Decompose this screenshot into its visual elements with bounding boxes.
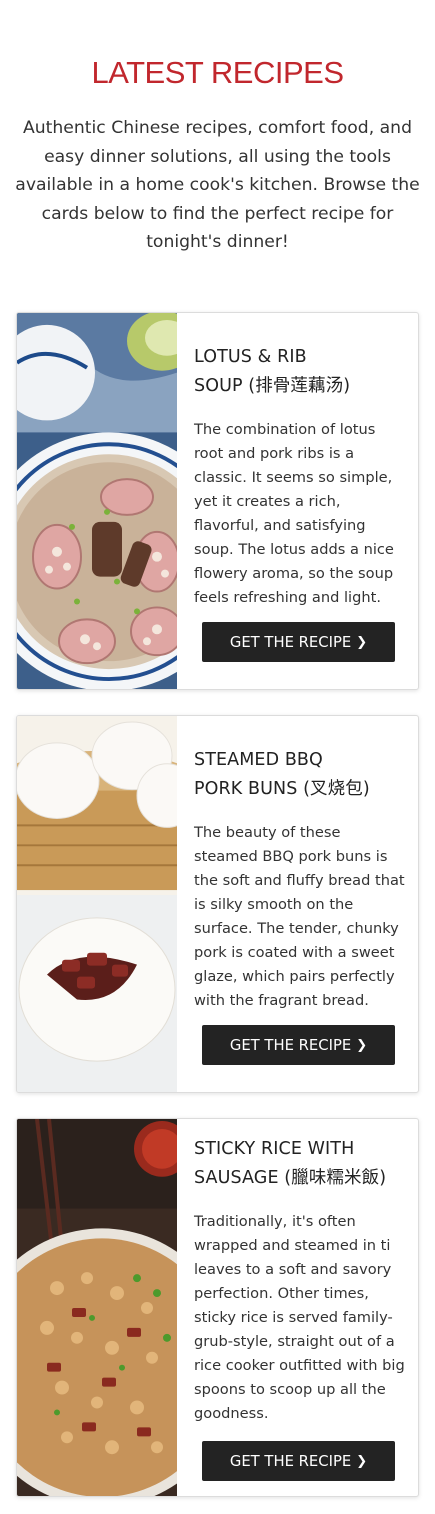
recipe-title-line1[interactable]: STEAMED BBQ [194, 746, 406, 775]
recipe-title-line2[interactable]: SAUSAGE (臘味糯米飯) [194, 1164, 406, 1193]
recipe-card-lotus-rib-soup[interactable]: LOTUS & RIB SOUP (排骨莲藕汤) The combination… [16, 312, 419, 690]
recipe-photo-sticky-rice-sausage[interactable] [17, 1119, 177, 1496]
recipe-photo-lotus-rib-soup[interactable] [17, 313, 177, 689]
get-recipe-button[interactable]: GET THE RECIPE ❯ [202, 1025, 395, 1065]
get-recipe-button-label: GET THE RECIPE [229, 1036, 352, 1054]
recipe-title-line2[interactable]: SOUP (排骨莲藕汤) [194, 372, 406, 401]
recipe-title[interactable]: STEAMED BBQ PORK BUNS (叉烧包) [194, 746, 406, 803]
recipe-title-line1[interactable]: LOTUS & RIB [194, 343, 406, 372]
section-title: LATEST RECIPES [91, 55, 345, 90]
recipe-description: Traditionally, it's often wrapped and st… [194, 1213, 405, 1422]
recipe-title-line2[interactable]: PORK BUNS (叉烧包) [194, 775, 406, 804]
chevron-right-icon: ❯ [356, 1037, 368, 1053]
recipe-title-line1[interactable]: STICKY RICE WITH [194, 1135, 406, 1164]
get-recipe-button-label: GET THE RECIPE [229, 633, 352, 651]
recipe-photo-bbq-pork-buns[interactable] [17, 716, 177, 1092]
chevron-right-icon: ❯ [356, 1453, 368, 1469]
section-intro: Authentic Chinese recipes, comfort food,… [15, 118, 420, 253]
get-recipe-button-label: GET THE RECIPE [229, 1452, 352, 1470]
recipe-description: The beauty of these steamed BBQ pork bun… [194, 824, 405, 1009]
recipe-card-sticky-rice-sausage[interactable]: STICKY RICE WITH SAUSAGE (臘味糯米飯) Traditi… [16, 1118, 419, 1497]
chevron-right-icon: ❯ [356, 634, 368, 650]
recipe-title[interactable]: LOTUS & RIB SOUP (排骨莲藕汤) [194, 343, 406, 400]
get-recipe-button[interactable]: GET THE RECIPE ❯ [202, 1441, 395, 1481]
recipe-card-bbq-pork-buns[interactable]: STEAMED BBQ PORK BUNS (叉烧包) The beauty o… [16, 715, 419, 1093]
recipe-title[interactable]: STICKY RICE WITH SAUSAGE (臘味糯米飯) [194, 1135, 406, 1192]
recipe-description: The combination of lotus root and pork r… [194, 421, 394, 606]
get-recipe-button[interactable]: GET THE RECIPE ❯ [202, 622, 395, 662]
